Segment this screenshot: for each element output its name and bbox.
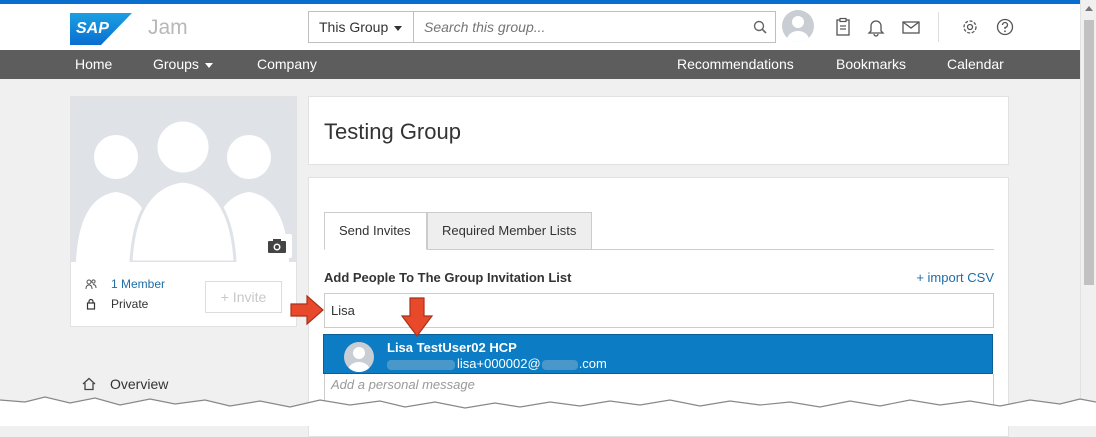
redacted-text [387,359,455,370]
gear-icon[interactable] [960,17,980,37]
app-name: Jam [148,16,188,39]
nav-calendar[interactable]: Calendar [947,56,1004,72]
user-avatar[interactable] [782,10,814,42]
person-icon [348,347,370,372]
help-icon[interactable] [995,17,1015,37]
suggestion-email: lisa+000002@ .com [387,356,607,371]
page-title: Testing Group [324,119,461,144]
search-box [414,11,776,43]
tab-required-member-lists[interactable]: Required Member Lists [427,212,592,250]
nav-groups[interactable]: Groups [153,56,213,72]
lock-icon [86,298,96,310]
search-scope-dropdown[interactable]: This Group [308,11,414,43]
chevron-down-icon [394,25,403,31]
nav-company[interactable]: Company [257,56,317,72]
search-icon[interactable] [753,20,767,34]
header-divider [938,12,939,42]
search-input[interactable] [414,12,734,42]
clipboard-icon[interactable] [833,17,853,37]
autocomplete-suggestion[interactable]: Lisa TestUser02 HCP lisa+000002@ .com [323,334,993,374]
suggestion-avatar [344,342,374,372]
sap-logo-text: SAP [76,20,109,37]
scrollbar[interactable] [1080,0,1096,426]
redacted-text [541,359,578,370]
arrow-down-icon [400,297,434,337]
group-title-card: Testing Group [308,96,1009,165]
suggestion-email-suffix: .com [578,356,607,371]
member-count-link[interactable]: 1 Member [111,277,165,291]
member-count-row: 1 Member [85,277,165,297]
bell-icon[interactable] [866,17,886,37]
tab-send-invites[interactable]: Send Invites [324,212,427,250]
scrollbar-thumb[interactable] [1084,20,1094,285]
group-photo [71,97,296,262]
suggestion-email-visible: lisa+000002@ [457,356,541,371]
chevron-down-icon [204,62,213,68]
mail-icon[interactable] [901,17,921,37]
header: SAP Jam This Group [0,4,1080,50]
arrow-right-icon [290,294,324,326]
search-scope-label: This Group [319,19,389,35]
suggestion-name: Lisa TestUser02 HCP [387,340,517,355]
torn-edge [0,396,1096,426]
main-nav: Home Groups Company Recommendations Book… [0,50,1080,79]
import-csv-link[interactable]: + import CSV [916,270,994,285]
tab-bar: Required Member Lists Send Invites [324,212,994,250]
nav-bookmarks[interactable]: Bookmarks [836,56,906,72]
members-icon [85,279,97,290]
group-meta: 1 Member Private [85,277,165,317]
nav-groups-label: Groups [153,56,199,72]
privacy-row: Private [85,297,165,317]
privacy-label: Private [111,297,149,311]
add-people-label: Add People To The Group Invitation List [324,270,572,285]
camera-icon[interactable] [262,234,292,258]
nav-recommendations[interactable]: Recommendations [677,56,794,72]
scroll-up-icon[interactable] [1085,6,1093,11]
person-icon [787,16,809,42]
nav-home[interactable]: Home [75,56,112,72]
invite-button[interactable]: + Invite [205,281,282,313]
group-info-card: 1 Member Private + Invite [70,96,297,327]
